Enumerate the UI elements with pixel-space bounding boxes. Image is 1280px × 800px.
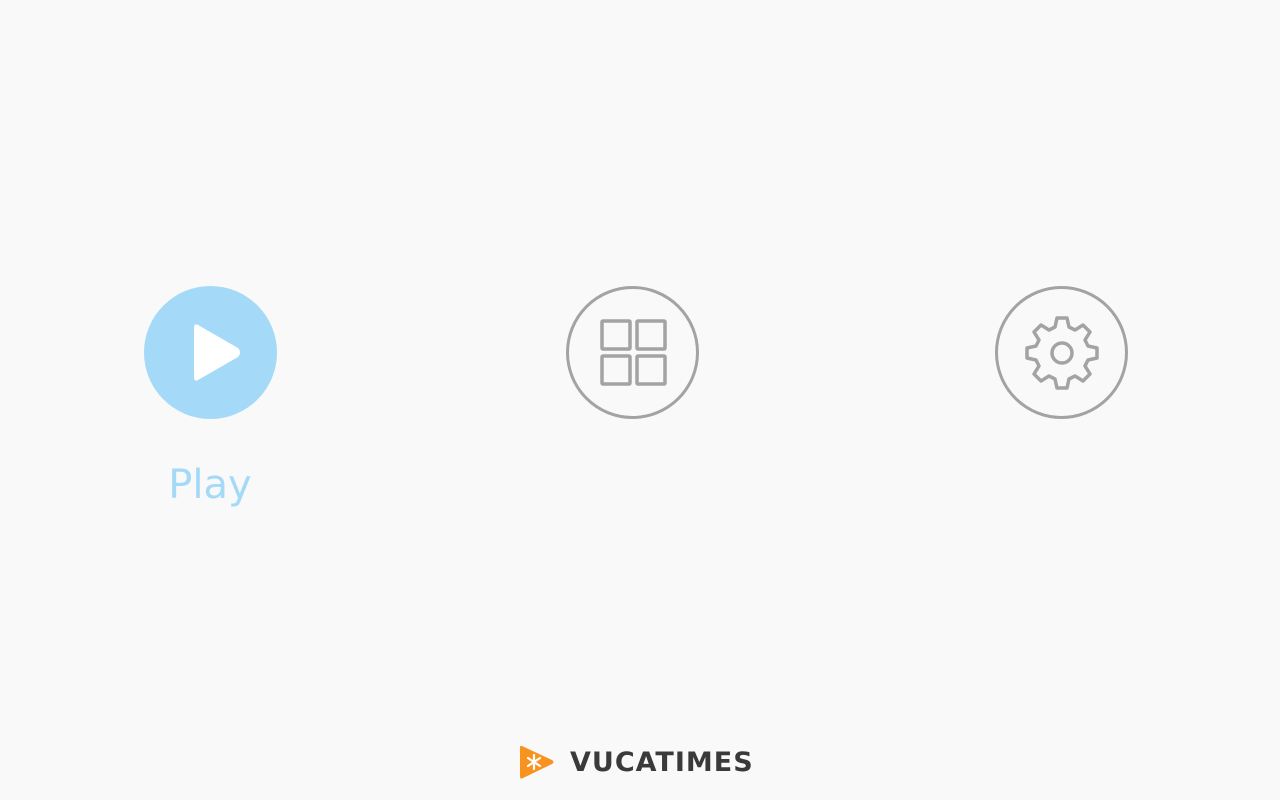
gear-icon [1025,316,1099,390]
play-button[interactable] [144,286,277,419]
play-label: Play [168,462,252,508]
settings-button[interactable] [995,286,1128,419]
brand-footer: VUCATIMES [518,742,754,782]
apps-grid-button[interactable] [566,286,699,419]
brand-name: VUCATIMES [570,746,754,778]
play-icon [194,324,240,381]
grid-icon [600,319,667,386]
vucatimes-logo-icon [520,745,554,779]
launcher-screen: Play VUCATIMES [0,0,1280,800]
